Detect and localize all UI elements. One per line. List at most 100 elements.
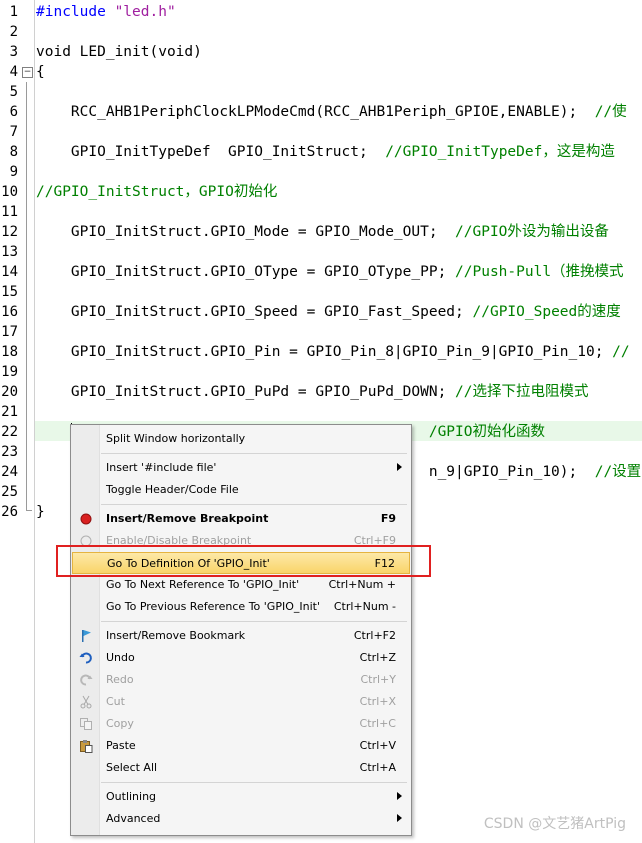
code-token: GPIO_InitStruct.GPIO_Pin = GPIO_Pin_8|GP… [36, 344, 613, 360]
menu-item-select-all[interactable]: Select All Ctrl+A [72, 757, 410, 779]
line-number: 24 [1, 464, 18, 480]
menu-item-shortcut: Ctrl+C [359, 717, 396, 730]
menu-item-go-to-next-reference-to-gpio-init[interactable]: Go To Next Reference To 'GPIO_Init' Ctrl+… [72, 574, 410, 596]
menu-item-go-to-previous-reference-to-gpio-init[interactable]: Go To Previous Reference To 'GPIO_Init' C… [72, 596, 410, 618]
menu-item-shortcut: Ctrl+X [359, 695, 396, 708]
code-comment: /GPIO初始化函数 [428, 424, 545, 440]
watermark: CSDN @文艺猪ArtPig [483, 816, 626, 832]
menu-item-insert-remove-bookmark[interactable]: Insert/Remove Bookmark Ctrl+F2 [72, 625, 410, 647]
menu-item-toggle-header-code-file[interactable]: Toggle Header/Code File [72, 479, 410, 501]
menu-item-insert-include-file[interactable]: Insert '#include file' [72, 457, 410, 479]
code-comment: //设置引 [594, 464, 642, 480]
code-comment: // [612, 344, 630, 360]
fold-end-marker [26, 510, 32, 511]
line-number: 10 [1, 184, 18, 200]
menu-separator [101, 621, 407, 622]
line-number: 7 [9, 124, 18, 140]
line-number: 20 [1, 384, 18, 400]
code-line[interactable]: GPIO_InitStruct.GPIO_PuPd = GPIO_PuPd_DO… [36, 382, 589, 402]
code-string: "led.h" [114, 4, 176, 20]
code-comment: //Push-Pull（推挽模式 [455, 264, 624, 280]
menu-item-label: Copy [106, 717, 134, 730]
line-number: 22 [1, 424, 18, 440]
code-token: n_9|GPIO_Pin_10); [428, 464, 595, 480]
code-line[interactable]: { [36, 62, 45, 82]
menu-item-shortcut: Ctrl+V [359, 739, 396, 752]
menu-separator [101, 504, 407, 505]
menu-item-shortcut: Ctrl+F2 [353, 629, 396, 642]
line-number: 4 [9, 64, 18, 80]
code-line[interactable]: GPIO_InitStruct.GPIO_Mode = GPIO_Mode_OU… [36, 222, 609, 242]
line-number: 25 [1, 484, 18, 500]
line-number: 5 [9, 84, 18, 100]
code-comment: //GPIO外设为输出设备 [455, 224, 609, 240]
code-comment: //GPIO_InitTypeDef，这是构造 [385, 144, 615, 160]
line-number: 12 [1, 224, 18, 240]
redo-icon [79, 673, 93, 687]
menu-item-outlining[interactable]: Outlining [72, 786, 410, 808]
menu-item-label: Split Window horizontally [106, 432, 246, 445]
line-number: 14 [1, 264, 18, 280]
fold-collapse-icon[interactable]: − [22, 67, 33, 78]
code-line[interactable]: RCC_AHB1PeriphClockLPModeCmd(RCC_AHB1Per… [36, 102, 627, 122]
line-number: 15 [1, 284, 18, 300]
menu-item-shortcut: F9 [380, 512, 396, 525]
menu-item-label: Cut [106, 695, 125, 708]
line-number: 21 [1, 404, 18, 420]
code-token: #include [36, 4, 115, 20]
menu-item-shortcut: Ctrl+Y [360, 673, 396, 686]
line-number: 2 [9, 24, 18, 40]
breakpoint-icon [79, 512, 93, 526]
menu-item-undo[interactable]: Undo Ctrl+Z [72, 647, 410, 669]
menu-item-label: Toggle Header/Code File [106, 483, 239, 496]
line-number: 8 [9, 144, 18, 160]
context-menu: Split Window horizontally Insert '#includ… [70, 424, 412, 836]
menu-item-label: Redo [106, 673, 134, 686]
code-token: { [36, 64, 45, 80]
code-line[interactable]: GPIO_InitStruct.GPIO_Speed = GPIO_Fast_S… [36, 302, 621, 322]
menu-separator [101, 453, 407, 454]
code-line[interactable]: GPIO_InitStruct.GPIO_Pin = GPIO_Pin_8|GP… [36, 342, 630, 362]
menu-item-label: Go To Previous Reference To 'GPIO_Init' [106, 600, 320, 613]
menu-item-split-window-horizontally[interactable]: Split Window horizontally [72, 428, 410, 450]
code-line[interactable]: GPIO_InitStruct.GPIO_OType = GPIO_OType_… [36, 262, 624, 282]
line-number: 6 [9, 104, 18, 120]
code-token: GPIO_InitStruct.GPIO_PuPd = GPIO_PuPd_DO… [36, 384, 456, 400]
code-line[interactable]: void LED_init(void) [36, 42, 202, 62]
code-token: GPIO_InitStruct.GPIO_Mode = GPIO_Mode_OU… [36, 224, 456, 240]
code-token: GPIO_InitTypeDef GPIO_InitStruct; [36, 144, 386, 160]
line-number: 1 [9, 4, 18, 20]
line-number: 18 [1, 344, 18, 360]
menu-item-copy: Copy Ctrl+C [72, 713, 410, 735]
line-number: 19 [1, 364, 18, 380]
line-number: 16 [1, 304, 18, 320]
code-comment: //GPIO_InitStruct，GPIO初始化 [36, 184, 278, 200]
undo-icon [79, 651, 93, 665]
menu-separator [101, 782, 407, 783]
copy-icon [79, 717, 93, 731]
submenu-arrow-icon [397, 463, 402, 471]
code-line[interactable]: #include "led.h" [36, 2, 176, 22]
menu-item-advanced[interactable]: Advanced [72, 808, 410, 830]
code-comment: //使 [594, 104, 627, 120]
fold-guide-line [26, 82, 27, 510]
menu-item-label: Go To Next Reference To 'GPIO_Init' [106, 578, 300, 591]
menu-item-shortcut: Ctrl+Num + [328, 578, 396, 591]
fold-margin [20, 0, 35, 843]
paste-icon [79, 739, 93, 753]
line-number: 3 [9, 44, 18, 60]
code-token: GPIO_InitStruct.GPIO_Speed = GPIO_Fast_S… [36, 304, 473, 320]
menu-item-paste[interactable]: Paste Ctrl+V [72, 735, 410, 757]
code-line[interactable]: GPIO_InitTypeDef GPIO_InitStruct; //GPIO… [36, 142, 615, 162]
menu-item-insert-remove-breakpoint[interactable]: Insert/Remove Breakpoint F9 [72, 508, 410, 530]
code-token: } [36, 504, 45, 520]
line-number: 13 [1, 244, 18, 260]
menu-item-shortcut: Ctrl+Z [359, 651, 396, 664]
line-number: 26 [1, 504, 18, 520]
menu-item-label: Select All [106, 761, 158, 774]
line-number: 9 [9, 164, 18, 180]
menu-item-label: Paste [106, 739, 136, 752]
menu-item-label: Insert/Remove Bookmark [106, 629, 246, 642]
code-line[interactable]: //GPIO_InitStruct，GPIO初始化 [36, 182, 277, 202]
code-line[interactable]: } [36, 502, 45, 522]
